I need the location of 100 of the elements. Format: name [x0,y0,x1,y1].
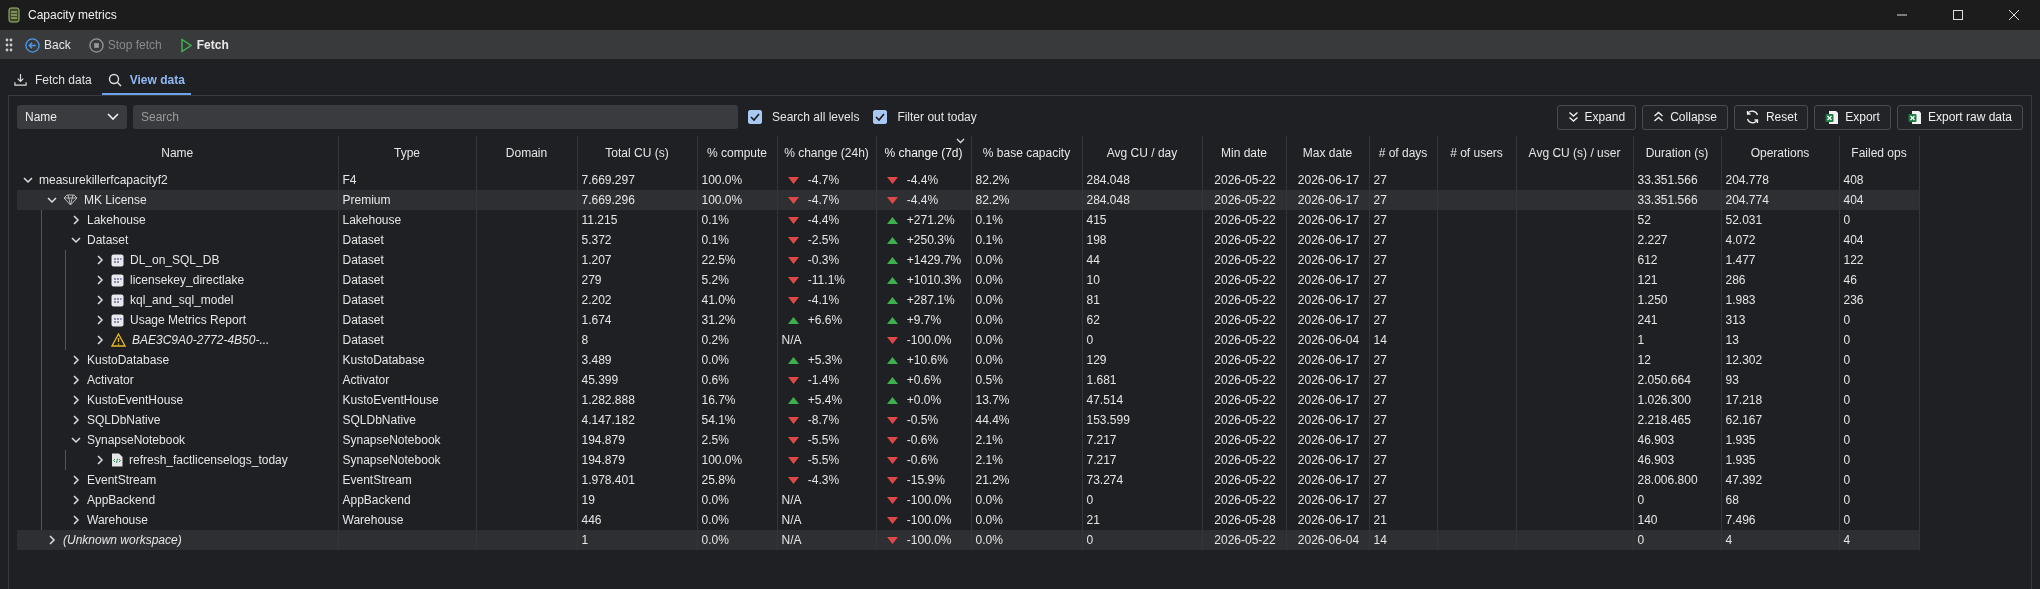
column-header[interactable]: Total CU (s) [577,136,697,170]
table-cell: Dataset [338,310,476,330]
column-header[interactable]: Max date [1286,136,1369,170]
field-dropdown[interactable]: Name [17,105,127,129]
table-row[interactable]: AppBackend AppBackend 19 0.0% N/A -100.0% 0.0% 0 2026-05-22 2026-06-17 27 0 68 0 [17,490,1919,510]
column-header[interactable]: Operations [1721,136,1839,170]
toolbar-button[interactable]: Back [19,34,77,56]
table-cell: 16.7% [697,390,777,410]
back-icon [25,37,40,53]
column-header[interactable]: Failed ops [1839,136,1919,170]
chevron-right-icon[interactable] [71,415,81,425]
tab[interactable]: View data [101,69,191,95]
chevron-right-icon[interactable] [95,295,105,305]
chevron-right-icon[interactable] [95,275,105,285]
column-header[interactable]: Avg CU (s) / user [1516,136,1633,170]
chevron-right-icon[interactable] [71,355,81,365]
checkbox[interactable] [748,110,762,124]
column-header[interactable]: % change (24h) [777,136,876,170]
table-row[interactable]: Usage Metrics Report Dataset 1.674 31.2% +6.6% +9.7% 0.0% 62 2026-05-22 2026-06-17 27 241 313 0 [17,310,1919,330]
table-row[interactable]: KustoEventHouse KustoEventHouse 1.282.888 16.7% +5.4% +0.0% 13.7% 47.514 2026-05-22 2026-06-17 27 1.026.300 17.218 0 [17,390,1919,410]
table-cell: 3.489 [577,350,697,370]
chevron-right-icon[interactable] [71,475,81,485]
table-cell: 2026-05-22 [1202,230,1286,250]
chevron-right-icon[interactable] [71,395,81,405]
table-row[interactable]: refresh_factlicenselogs_today SynapseNotebook 194.879 100.0% -5.5% -0.6% 2.1% 7.217 2026-05-22 2026-06-17 27 46.903 1.935 0 [17,450,1919,470]
drag-handle-icon[interactable] [5,38,13,52]
table-cell: 1.250 [1633,290,1721,310]
table-cell: 198 [1082,230,1202,250]
double-chevron-down-icon [1567,111,1579,123]
download-icon [14,73,27,86]
action-button[interactable]: Export raw data [1896,104,2023,130]
column-header[interactable]: Name [17,136,338,170]
column-header[interactable]: Min date [1202,136,1286,170]
chevron-right-icon[interactable] [95,455,105,465]
action-button[interactable]: Expand [1556,104,1637,130]
chevron-right-icon[interactable] [71,495,81,505]
table-row[interactable]: kql_and_sql_model Dataset 2.202 41.0% -4.1% +287.1% 0.0% 81 2026-05-22 2026-06-17 27 1.250 1.983 236 [17,290,1919,310]
table-cell: 2026-05-22 [1202,490,1286,510]
chevron-right-icon[interactable] [95,315,105,325]
chevron-down-icon[interactable] [47,195,57,205]
table-cell: 0 [1839,350,1919,370]
refresh-icon [1744,110,1760,124]
close-icon[interactable] [2008,9,2020,21]
table-cell: 93 [1721,370,1839,390]
chevron-right-icon[interactable] [71,215,81,225]
row-name: Usage Metrics Report [130,313,247,327]
column-header[interactable]: Domain [476,136,577,170]
table-row[interactable]: Dataset Dataset 5.372 0.1% -2.5% +250.3% 0.1% 198 2026-05-22 2026-06-17 27 2.227 4.072 404 [17,230,1919,250]
column-header[interactable]: % base capacity [971,136,1082,170]
chevron-right-icon[interactable] [95,335,105,345]
checkbox[interactable] [873,110,888,124]
chevron-down-icon[interactable] [23,175,33,185]
action-button[interactable]: Collapse [1642,104,1728,130]
table-cell: 1 [577,530,697,550]
chevron-right-icon[interactable] [71,375,81,385]
table-cell: 194.879 [577,450,697,470]
row-name: Activator [87,373,134,387]
table-cell: 27 [1369,410,1437,430]
table-cell: 27 [1369,250,1437,270]
table-row[interactable]: DL_on_SQL_DB Dataset 1.207 22.5% -0.3% +1429.7% 0.0% 44 2026-05-22 2026-06-17 27 612 1.477 122 [17,250,1919,270]
table-cell: +0.0% [906,393,942,407]
column-header[interactable]: Avg CU / day [1082,136,1202,170]
table-cell: 14 [1369,330,1437,350]
chevron-right-icon[interactable] [95,255,105,265]
table-cell: N/A [781,493,802,507]
column-header[interactable]: # of users [1437,136,1516,170]
chevron-down-icon[interactable] [71,235,81,245]
table-cell: 7.669.296 [577,190,697,210]
column-header[interactable]: # of days [1369,136,1437,170]
table-row[interactable]: BAE3C9A0-2772-4B50-... Dataset 8 0.2% N/A -100.0% 0.0% 0 2026-05-22 2026-06-04 14 1 13 0 [17,330,1919,350]
column-header[interactable]: % compute [697,136,777,170]
table-row[interactable]: SynapseNotebook SynapseNotebook 194.879 2.5% -5.5% -0.6% 2.1% 7.217 2026-05-22 2026-06-17 27 46.903 1.935 0 [17,430,1919,450]
table-row[interactable]: EventStream EventStream 1.978.401 25.8% -4.3% -15.9% 21.2% 73.274 2026-05-22 2026-06-17 27 28.006.800 47.392 0 [17,470,1919,490]
table-cell: 1.207 [577,250,697,270]
table-cell: 0.2% [697,330,777,350]
table-row[interactable]: SQLDbNative SQLDbNative 4.147.182 54.1% -8.7% -0.5% 44.4% 153.599 2026-05-22 2026-06-17 27 2.218.465 62.167 0 [17,410,1919,430]
table-row[interactable]: MK License Premium 7.669.296 100.0% -4.7% -4.4% 82.2% 284.048 2026-05-22 2026-06-17 27 33.351.566 204.774 404 [17,190,1919,210]
table-row[interactable]: Activator Activator 45.399 0.6% -1.4% +0.6% 0.5% 1.681 2026-05-22 2026-06-17 27 2.050.664 93 0 [17,370,1919,390]
table-row[interactable]: Lakehouse Lakehouse 11.215 0.1% -4.4% +271.2% 0.1% 415 2026-05-22 2026-06-17 27 52 52.031 0 [17,210,1919,230]
table-cell: 2026-05-22 [1202,370,1286,390]
chevron-right-icon[interactable] [47,535,57,545]
table-row[interactable]: KustoDatabase KustoDatabase 3.489 0.0% +5.3% +10.6% 0.0% 129 2026-05-22 2026-06-17 27 12 12.302 0 [17,350,1919,370]
column-header[interactable]: % change (7d) [876,136,971,170]
table-cell: 5.372 [577,230,697,250]
chevron-right-icon[interactable] [71,515,81,525]
table-cell: 22.5% [697,250,777,270]
action-button[interactable]: Reset [1733,104,1809,130]
maximize-icon[interactable] [1952,9,1964,21]
column-header[interactable]: Duration (s) [1633,136,1721,170]
tab[interactable]: Fetch data [8,69,98,95]
chevron-down-icon[interactable] [71,435,81,445]
table-cell: 2.218.465 [1633,410,1721,430]
table-row[interactable]: (Unknown workspace) 1 0.0% N/A -100.0% 0.0% 0 2026-05-22 2026-06-04 14 0 4 4 [17,530,1919,550]
action-button[interactable]: Export [1814,104,1891,130]
table-cell: 2026-06-17 [1286,270,1369,290]
column-header[interactable]: Type [338,136,476,170]
search-field[interactable]: Search [133,105,738,129]
toolbar-button[interactable]: Fetch [173,34,235,56]
table-row[interactable]: licensekey_directlake Dataset 279 5.2% -11.1% +1010.3% 0.0% 10 2026-05-22 2026-06-17 27 121 286 46 [17,270,1919,290]
table-cell: -100.0% [906,513,952,527]
